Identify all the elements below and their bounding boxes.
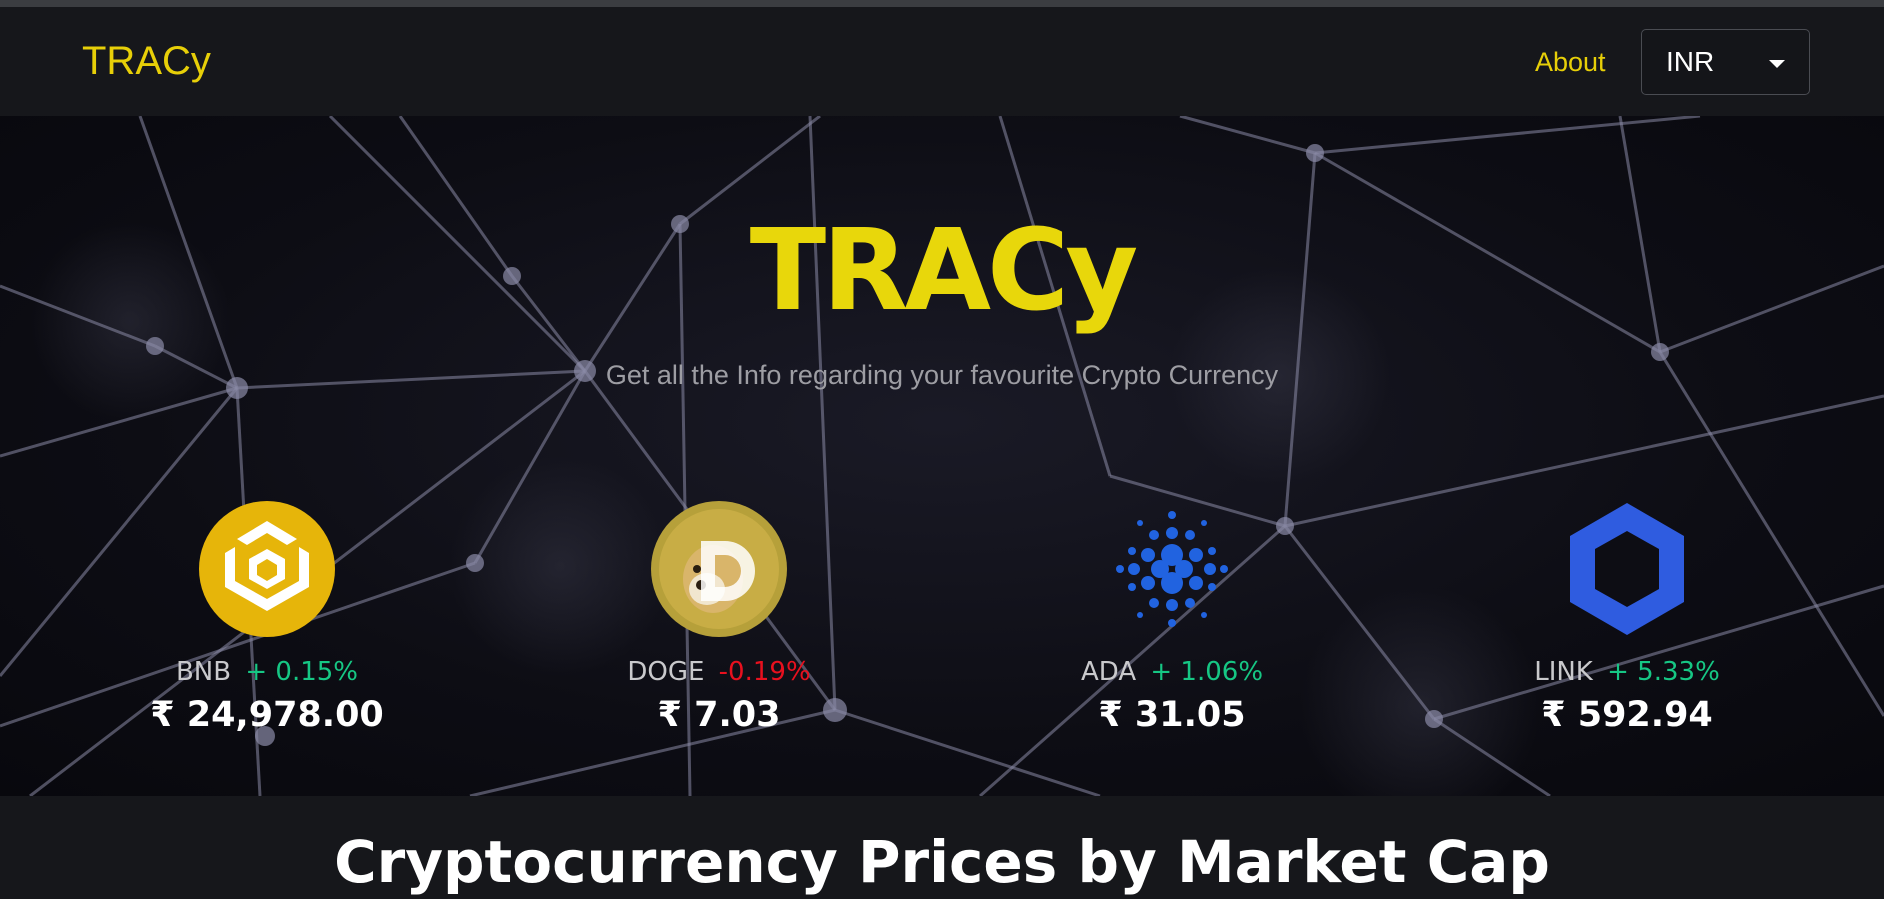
coin-change: + 0.15% [245,657,359,687]
coin-symbol-change: ADA + 1.06% [1022,657,1322,687]
coin-symbol-change: LINK + 5.33% [1477,657,1777,687]
coin-symbol: DOGE [627,657,705,687]
about-link[interactable]: About [1535,47,1606,78]
hero-subtitle: Get all the Info regarding your favourit… [605,360,1279,390]
coin-change: -0.19% [718,657,811,687]
carousel-item-ada[interactable]: ADA + 1.06% ₹ 31.05 [1022,499,1322,735]
coin-symbol-change: BNB + 0.15% [117,657,417,687]
coin-price: ₹ 31.05 [1098,695,1246,735]
hero-title: TRACy [749,206,1139,336]
link-logo-icon [1570,503,1684,635]
window-top-border [0,0,1884,7]
coin-change: + 1.06% [1150,657,1264,687]
coin-symbol: LINK [1534,657,1593,687]
navbar-brand[interactable]: TRACy [82,39,211,84]
currency-select[interactable]: INR [1641,29,1810,95]
coin-price: ₹ 592.94 [1541,695,1713,735]
app-bar: TRACy About INR [0,7,1884,116]
coin-symbol: ADA [1080,657,1137,687]
coin-symbol: BNB [175,657,232,687]
section-title: Cryptocurrency Prices by Market Cap [334,828,1550,896]
carousel-item-doge[interactable]: DOGE -0.19% ₹ 7.03 [569,499,869,735]
bnb-logo-icon [199,501,335,637]
carousel-item-bnb[interactable]: BNB + 0.15% ₹ 24,978.00 [117,499,417,735]
chevron-down-icon [1769,60,1785,68]
carousel-item-link[interactable]: LINK + 5.33% ₹ 592.94 [1477,499,1777,735]
coin-symbol-change: DOGE -0.19% [569,657,869,687]
coin-price: ₹ 7.03 [657,695,781,735]
coin-change: + 5.33% [1607,657,1720,687]
currency-select-value: INR [1666,46,1715,77]
coin-price: ₹ 24,978.00 [150,695,384,735]
doge-logo-icon [651,501,787,637]
ada-logo-icon [1116,511,1228,627]
hero-banner: TRACy Get all the Info regarding your fa… [0,116,1884,796]
